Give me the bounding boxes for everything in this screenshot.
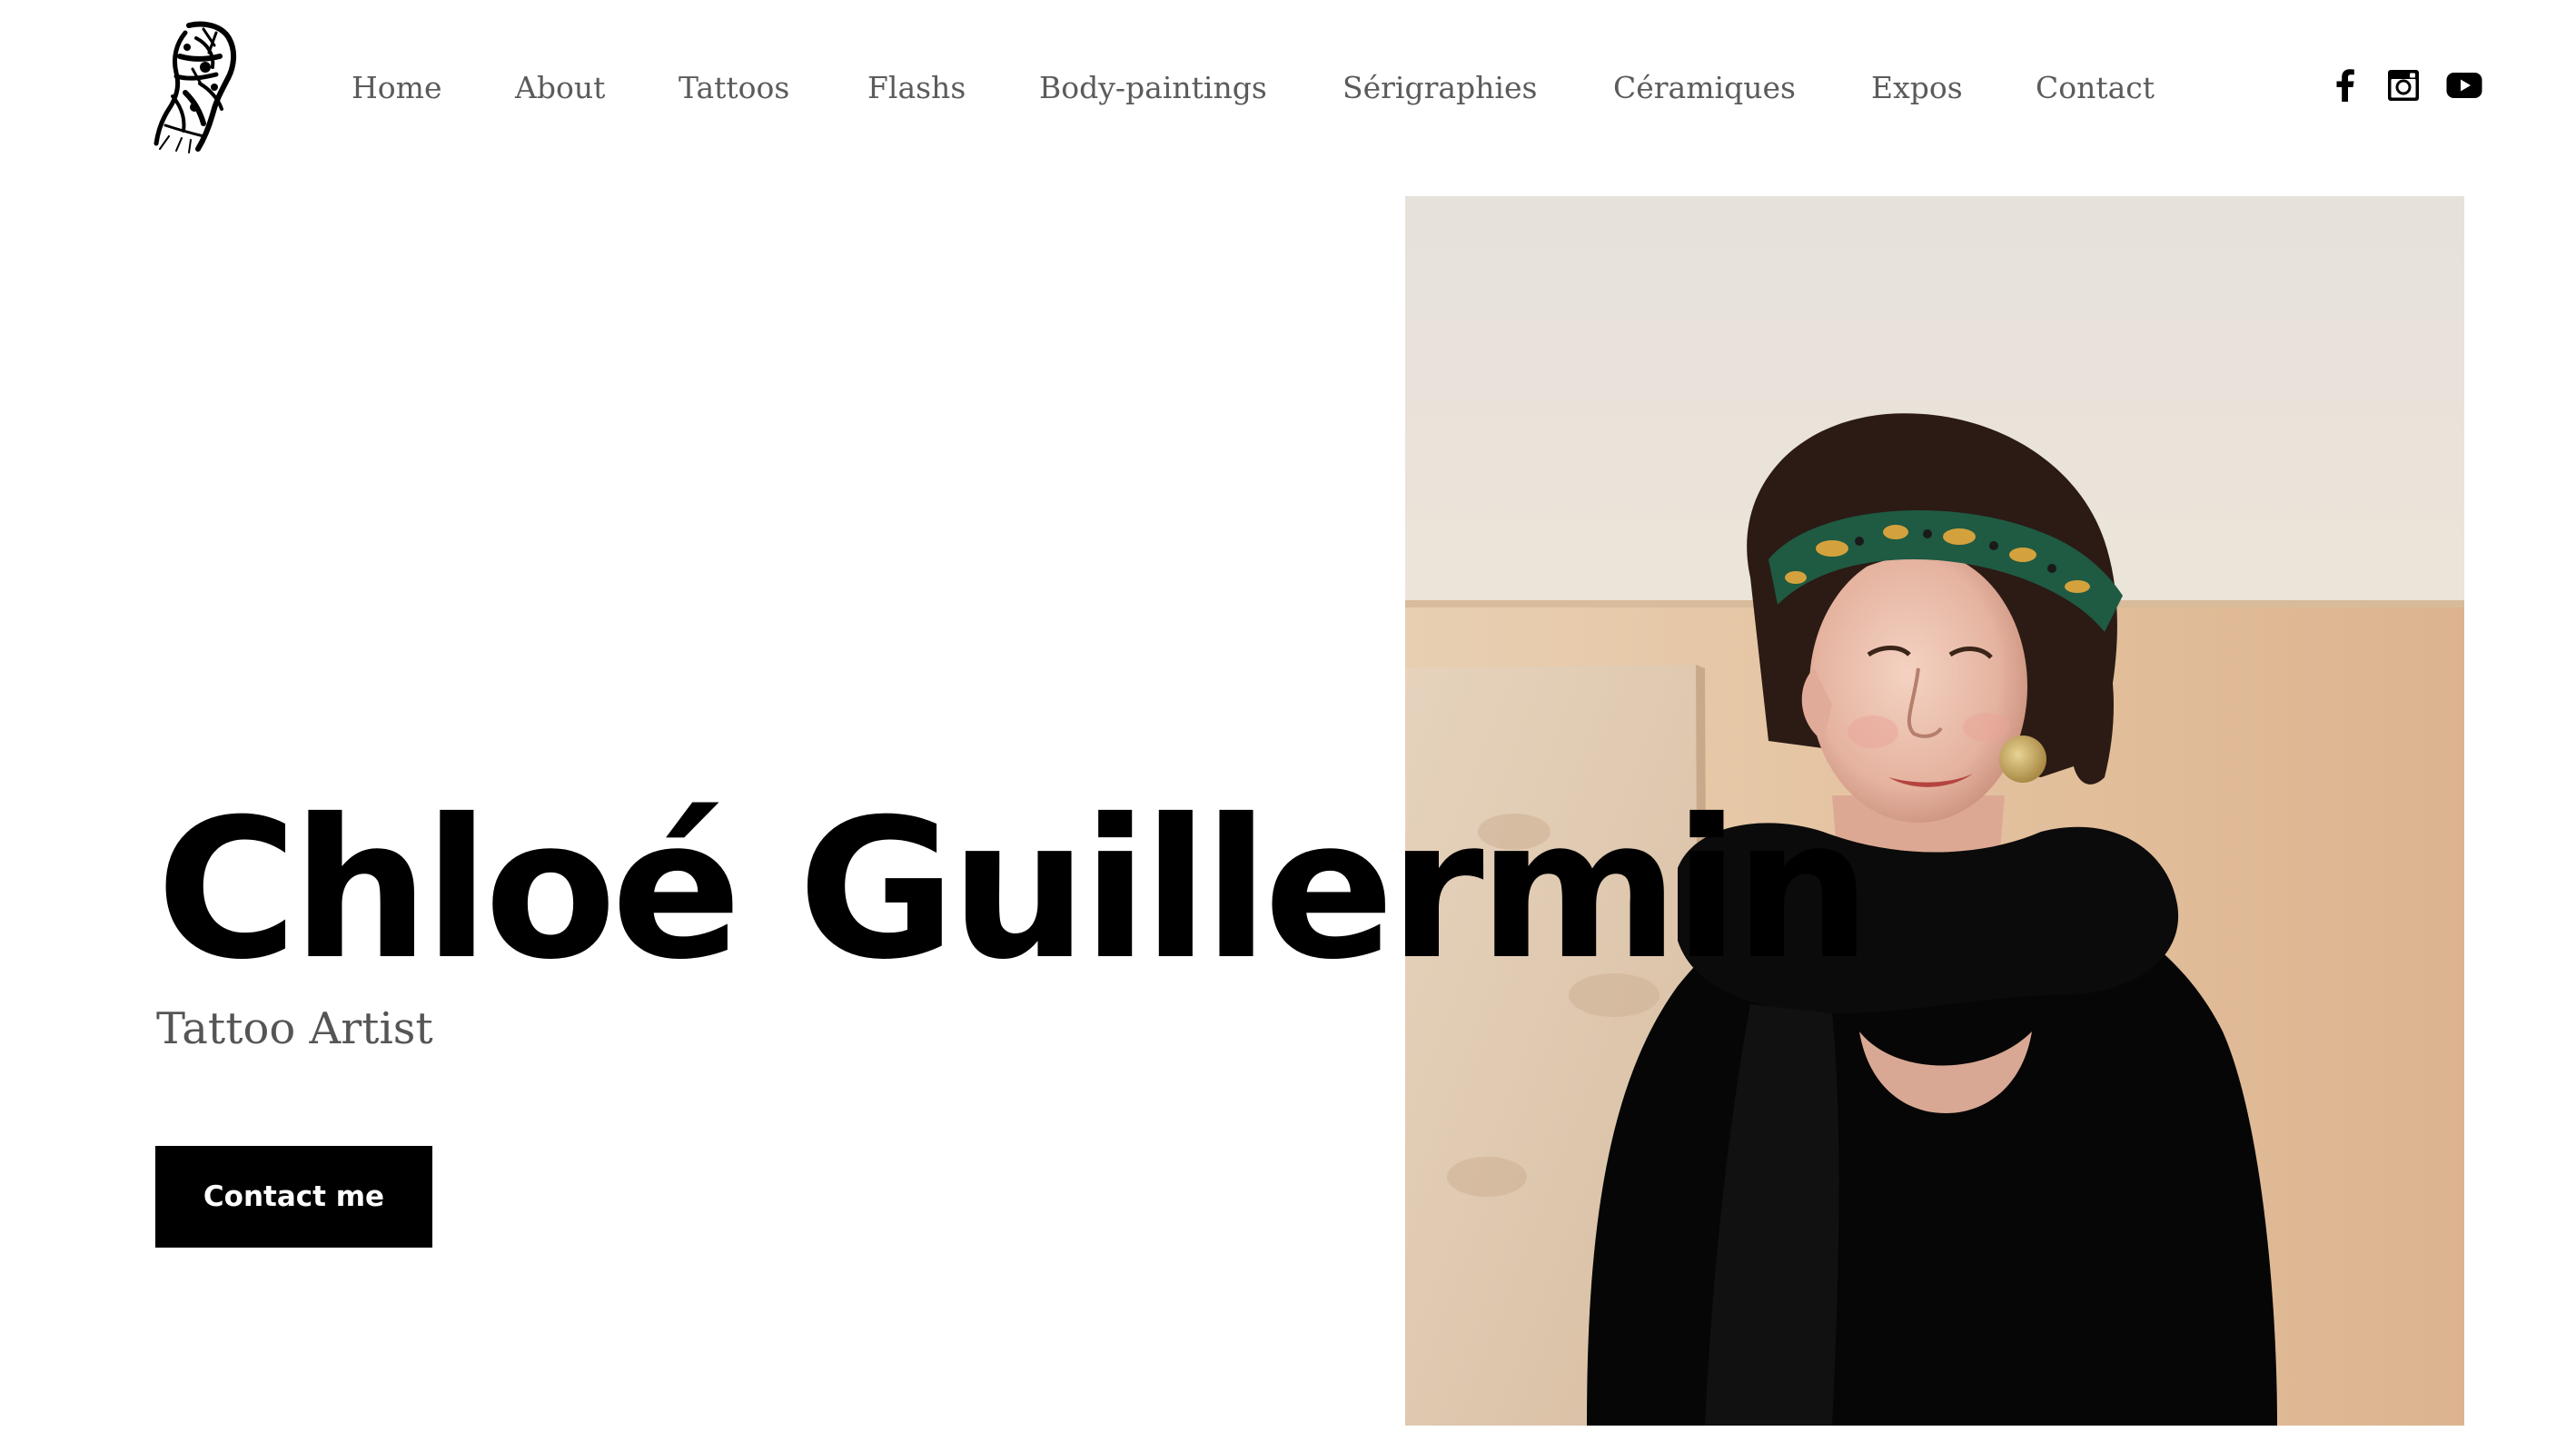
main-navigation: Home About Tattoos Flashs Body-paintings… xyxy=(0,65,2576,111)
contact-me-button[interactable]: Contact me xyxy=(155,1146,432,1248)
youtube-link[interactable] xyxy=(2446,69,2482,102)
instagram-icon xyxy=(2388,70,2419,101)
nav-item-contact[interactable]: Contact xyxy=(2036,65,2155,111)
artist-role-subtitle: Tattoo Artist xyxy=(156,1003,433,1054)
facebook-icon xyxy=(2336,69,2354,102)
artist-name-heading: Chloé Guillermin xyxy=(156,777,1871,1002)
nav-item-tattoos[interactable]: Tattoos xyxy=(679,65,789,111)
nav-item-ceramiques[interactable]: Céramiques xyxy=(1613,65,1796,111)
nav-item-expos[interactable]: Expos xyxy=(1871,65,1963,111)
instagram-link[interactable] xyxy=(2387,69,2420,102)
nav-item-flashs[interactable]: Flashs xyxy=(867,65,966,111)
nav-item-serigraphies[interactable]: Sérigraphies xyxy=(1342,65,1537,111)
nav-item-home[interactable]: Home xyxy=(352,65,441,111)
youtube-icon xyxy=(2446,73,2482,98)
nav-item-about[interactable]: About xyxy=(515,65,605,111)
nav-item-body-paintings[interactable]: Body-paintings xyxy=(1039,65,1267,111)
facebook-link[interactable] xyxy=(2329,69,2362,102)
